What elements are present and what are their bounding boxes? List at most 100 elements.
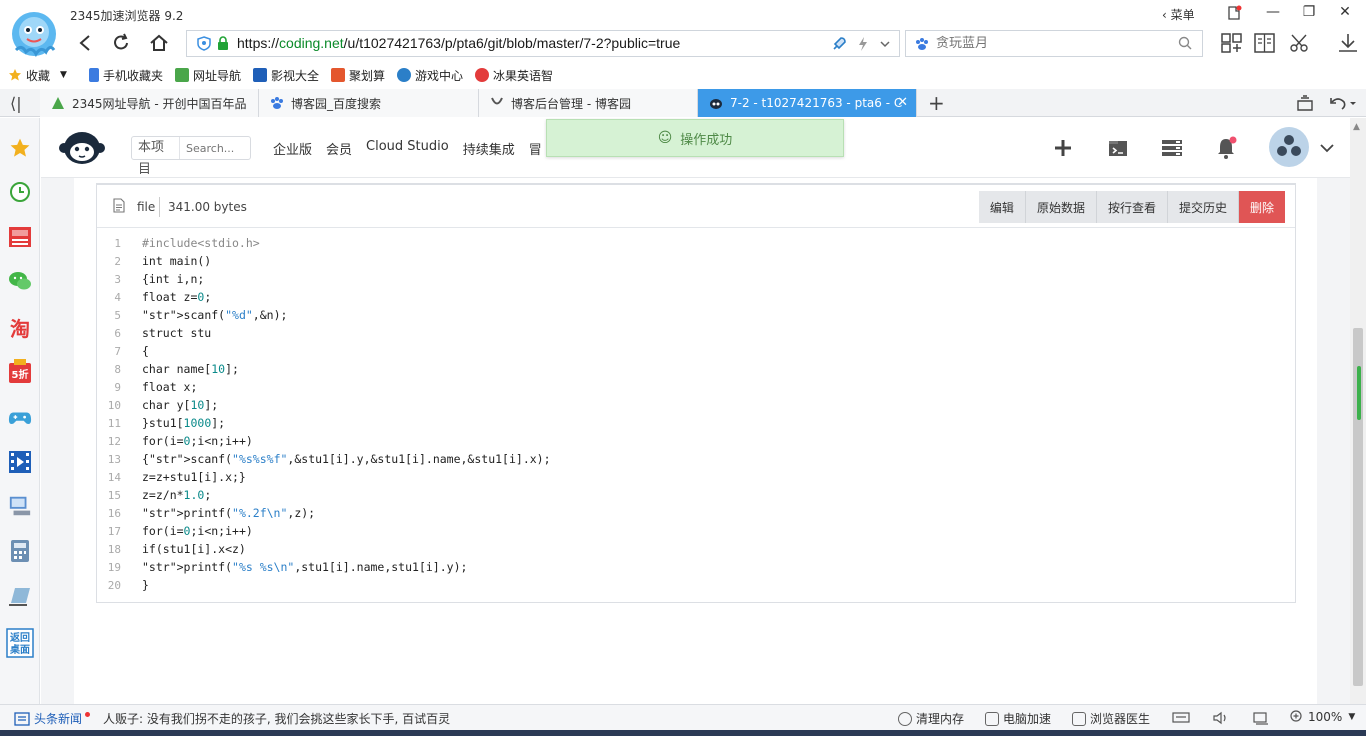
history-clock-icon[interactable] bbox=[8, 180, 32, 204]
nav-member[interactable]: 会员 bbox=[326, 139, 352, 158]
tab-manager-icon[interactable] bbox=[1296, 95, 1314, 111]
menu-button[interactable]: ‹ 菜单 bbox=[1162, 6, 1195, 23]
code-line: 15 z=z/n*1.0; bbox=[97, 486, 1295, 504]
project-search[interactable]: 本项目 bbox=[131, 136, 251, 177]
network-icon[interactable] bbox=[1172, 711, 1190, 725]
avatar-image-icon bbox=[1277, 135, 1301, 156]
wechat-icon[interactable] bbox=[8, 269, 32, 293]
scissors-icon[interactable] bbox=[1288, 32, 1312, 54]
nav-ci[interactable]: 持续集成 bbox=[463, 139, 515, 158]
server-list-icon[interactable] bbox=[1160, 136, 1184, 160]
calculator-icon[interactable] bbox=[8, 539, 32, 563]
favorites-bar: 收藏 ▼ 手机收藏夹 网址导航 影视大全 聚划算 游戏中心 冰果英语智 bbox=[0, 64, 1366, 86]
taobao-icon[interactable]: 淘 bbox=[8, 315, 32, 341]
blame-button[interactable]: 按行查看 bbox=[1096, 191, 1168, 223]
reader-icon[interactable] bbox=[1253, 32, 1277, 54]
film-icon[interactable] bbox=[8, 450, 32, 474]
nav-cloud-studio[interactable]: Cloud Studio bbox=[366, 139, 449, 158]
refresh-button[interactable] bbox=[108, 30, 134, 56]
line-number: 16 bbox=[107, 506, 121, 520]
minimize-button[interactable]: — bbox=[1258, 4, 1288, 22]
lightning-icon[interactable] bbox=[857, 36, 869, 52]
success-toast: ☺ 操作成功 bbox=[546, 119, 844, 157]
tab-2345[interactable]: 2345网址导航 - 开创中国百年品 bbox=[40, 89, 259, 117]
chevron-down-icon[interactable] bbox=[1319, 140, 1335, 156]
computer-icon[interactable] bbox=[8, 494, 32, 518]
volume-icon[interactable] bbox=[1212, 711, 1230, 725]
address-bar[interactable]: https://coding.net/u/t1027421763/p/pta6/… bbox=[186, 30, 900, 57]
news-headline[interactable]: 人贩子: 没有我们拐不走的孩子, 我们会挑这些家长下手, 百试百灵 bbox=[103, 710, 450, 727]
line-number: 18 bbox=[107, 542, 121, 556]
favorites-menu[interactable]: 收藏 ▼ bbox=[8, 67, 67, 84]
history-button[interactable]: 提交历史 bbox=[1167, 191, 1239, 223]
apps-grid-icon[interactable] bbox=[1220, 32, 1244, 54]
tab-cnblogs[interactable]: 博客后台管理 - 博客园 bbox=[479, 89, 698, 117]
search-scope[interactable]: 本项目 bbox=[132, 137, 180, 177]
nav-more[interactable]: 冒 bbox=[529, 139, 542, 158]
notebook-icon[interactable] bbox=[8, 584, 32, 608]
undo-close-icon[interactable] bbox=[1328, 95, 1356, 111]
fav-item[interactable]: 聚划算 bbox=[330, 67, 385, 84]
code-line: 7{ bbox=[97, 342, 1295, 360]
nav-enterprise[interactable]: 企业版 bbox=[273, 139, 312, 158]
search-icon[interactable] bbox=[1178, 36, 1192, 50]
tab-scroll-left-icon[interactable]: ⟨| bbox=[10, 94, 22, 113]
clean-memory-button[interactable]: 清理内存 bbox=[898, 710, 964, 727]
terminal-icon[interactable] bbox=[1106, 136, 1130, 160]
fullscreen-icon[interactable] bbox=[1252, 711, 1270, 725]
fav-item[interactable]: 冰果英语智 bbox=[475, 67, 553, 84]
back-button[interactable] bbox=[72, 30, 98, 56]
fav-item-label: 冰果英语智 bbox=[493, 68, 554, 83]
coding-monkey-icon bbox=[708, 95, 724, 111]
code-line: 18 if(stu1[i].x<z) bbox=[97, 540, 1295, 558]
scroll-up-icon[interactable]: ▲ bbox=[1353, 122, 1360, 132]
delete-button[interactable]: 删除 bbox=[1238, 191, 1285, 223]
skin-icon[interactable] bbox=[1226, 5, 1242, 21]
line-number: 9 bbox=[114, 380, 121, 394]
raw-button[interactable]: 原始数据 bbox=[1025, 191, 1097, 223]
back-to-desktop-icon[interactable]: 返回 桌面 bbox=[6, 628, 34, 658]
fav-item[interactable]: 影视大全 bbox=[252, 67, 319, 84]
phone-icon bbox=[88, 68, 99, 82]
gamepad-icon[interactable] bbox=[8, 406, 32, 430]
lock-icon bbox=[218, 36, 228, 50]
code-line: 19 "str">printf("%s %s\n",stu1[i].name,st… bbox=[97, 558, 1295, 576]
refresh-icon bbox=[114, 33, 128, 50]
browser-logo-icon bbox=[12, 12, 56, 58]
fav-item[interactable]: 网址导航 bbox=[174, 67, 241, 84]
tab-coding-active[interactable]: 7-2 - t1027421763 - pta6 - C ✕ bbox=[698, 89, 917, 117]
plus-icon[interactable] bbox=[1051, 136, 1075, 160]
favorites-star-icon[interactable] bbox=[8, 136, 32, 160]
bell-icon[interactable] bbox=[1214, 136, 1238, 160]
tab-baidu[interactable]: 博客园_百度搜索 bbox=[259, 89, 479, 117]
new-tab-icon[interactable]: + bbox=[928, 91, 945, 115]
download-icon[interactable] bbox=[1336, 32, 1360, 54]
zoom-control[interactable]: 100% ▼ bbox=[1290, 710, 1355, 724]
project-search-input[interactable] bbox=[186, 141, 250, 155]
chevron-down-icon[interactable] bbox=[879, 36, 891, 52]
speedup-button[interactable]: 电脑加速 bbox=[985, 710, 1051, 727]
fav-item[interactable]: 游戏中心 bbox=[397, 67, 463, 84]
home-button[interactable] bbox=[146, 30, 172, 56]
page-scrollbar[interactable]: ▲ bbox=[1350, 118, 1366, 704]
news-button[interactable]: 头条新闻 bbox=[14, 710, 91, 727]
fav-item[interactable]: 手机收藏夹 bbox=[88, 67, 163, 84]
line-number: 5 bbox=[114, 308, 121, 322]
star-icon bbox=[9, 69, 21, 81]
browser-doctor-button[interactable]: 浏览器医生 bbox=[1072, 710, 1150, 727]
url-text[interactable]: https://coding.net/u/t1027421763/p/pta6/… bbox=[237, 35, 680, 51]
rocket-icon[interactable] bbox=[831, 36, 847, 52]
discount-icon[interactable]: 5折 bbox=[8, 359, 32, 384]
close-window-button[interactable]: ✕ bbox=[1330, 4, 1360, 22]
search-input[interactable] bbox=[936, 34, 1166, 53]
coding-logo-icon[interactable] bbox=[59, 130, 105, 166]
headlines-icon[interactable] bbox=[8, 225, 32, 249]
close-tab-icon[interactable]: ✕ bbox=[897, 95, 908, 110]
maximize-button[interactable]: ❐ bbox=[1294, 4, 1324, 22]
doctor-icon bbox=[1072, 711, 1086, 726]
tab-bar: ⟨| 2345网址导航 - 开创中国百年品 博客园_百度搜索 博客后台管理 - … bbox=[0, 89, 1366, 117]
line-content: if(stu1[i].x<z) bbox=[142, 542, 246, 556]
edit-button[interactable]: 编辑 bbox=[978, 191, 1026, 223]
search-box[interactable] bbox=[905, 30, 1203, 57]
user-avatar[interactable] bbox=[1269, 127, 1309, 167]
